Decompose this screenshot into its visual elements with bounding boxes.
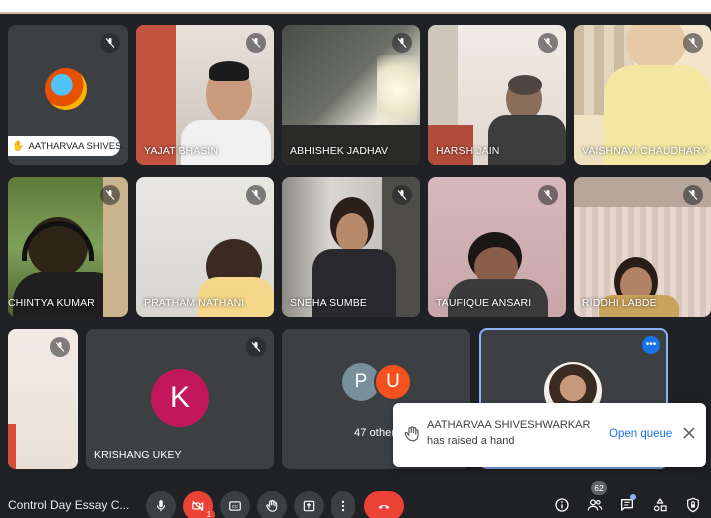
hand-icon [403, 425, 421, 443]
mic-off-icon [50, 337, 70, 357]
raised-hand-notification: AATHARVAA SHIVESHWARKAR has raised a han… [393, 403, 706, 467]
tile-name: ABHISHEK JADHAV [290, 145, 389, 157]
mic-icon [156, 500, 166, 512]
info-icon [555, 498, 569, 512]
close-icon[interactable] [681, 425, 697, 441]
mic-off-icon [246, 185, 266, 205]
more-options-icon[interactable]: ••• [642, 336, 660, 354]
hand-icon [266, 499, 278, 512]
more-vert-icon [341, 500, 345, 512]
tile-name: TAUFIQUE ANSARI [436, 297, 532, 309]
tile-name: HARSH JAIN [436, 145, 500, 157]
tile-name: YAJAT BHASIN [144, 145, 219, 157]
tile-name: RIDDHI LABDE [582, 297, 657, 309]
tile-chintya[interactable]: CHINTYA KUMAR [8, 177, 128, 317]
tile-name: VAISHNAVI CHAUDHARY [582, 145, 708, 157]
tile-harsh[interactable]: HARSH JAIN [428, 25, 566, 165]
activities-button[interactable] [649, 494, 671, 516]
mic-off-icon [246, 337, 266, 357]
mic-off-icon [246, 33, 266, 53]
people-icon [587, 499, 603, 511]
tile-name: SNEHA SUMBE [290, 297, 367, 309]
activities-icon [653, 498, 667, 512]
meeting-stage: ✋ AATHARVAA SHIVES... YAJAT BHASIN ABHIS… [0, 0, 711, 518]
tile-name: AATHARVAA SHIVES... [28, 140, 128, 152]
tile-krishang[interactable]: K KRISHANG UKEY [86, 329, 274, 469]
mic-off-icon [100, 185, 120, 205]
tile-yajat[interactable]: YAJAT BHASIN [136, 25, 274, 165]
chat-dot [630, 494, 636, 500]
avatar: K [151, 369, 209, 427]
info-button[interactable] [551, 494, 573, 516]
mic-off-icon [392, 185, 412, 205]
mic-off-icon [683, 185, 703, 205]
notification-badge: 1 [203, 509, 215, 518]
name-chip: ✋ AATHARVAA SHIVES... [8, 136, 128, 156]
host-controls-icon [687, 497, 699, 513]
host-controls-button[interactable] [682, 494, 704, 516]
meeting-title: Control Day Essay C... [8, 498, 130, 512]
tile-name: KRISHANG UKEY [94, 449, 182, 461]
tile-vaishnavi[interactable]: VAISHNAVI CHAUDHARY [574, 25, 711, 165]
mic-off-icon [683, 33, 703, 53]
mic-button[interactable] [146, 491, 176, 518]
tile-aatharvaa[interactable]: ✋ AATHARVAA SHIVES... [8, 25, 128, 165]
tile-partial[interactable] [8, 329, 78, 469]
tile-name: PRATHAM NATHANI [144, 297, 245, 309]
open-queue-button[interactable]: Open queue [609, 428, 672, 440]
end-call-button[interactable] [364, 491, 404, 518]
avatar-u: U [374, 363, 412, 401]
call-end-icon [378, 504, 390, 509]
mic-off-icon [392, 33, 412, 53]
tile-sneha[interactable]: SNEHA SUMBE [282, 177, 420, 317]
tile-taufique[interactable]: TAUFIQUE ANSARI [428, 177, 566, 317]
tile-abhishek[interactable]: ABHISHEK JADHAV [282, 25, 420, 165]
captions-icon: CC [229, 501, 241, 511]
tile-pratham[interactable]: PRATHAM NATHANI [136, 177, 274, 317]
more-options-button[interactable] [331, 491, 355, 518]
mic-off-icon [538, 185, 558, 205]
mic-off-icon [538, 33, 558, 53]
hand-raised-icon: ✋ [12, 140, 25, 152]
tile-name: CHINTYA KUMAR [8, 297, 95, 309]
present-icon [303, 500, 315, 512]
captions-button[interactable]: CC [220, 491, 250, 518]
mic-off-icon [100, 33, 120, 53]
participants-count-badge: 62 [591, 481, 607, 495]
svg-text:CC: CC [232, 504, 238, 509]
people-button[interactable] [584, 494, 606, 516]
notification-text: AATHARVAA SHIVESHWARKAR has raised a han… [427, 419, 591, 447]
raise-hand-button[interactable] [257, 491, 287, 518]
present-button[interactable] [294, 491, 324, 518]
top-strip [0, 0, 711, 14]
tile-riddhi[interactable]: RIDDHI LABDE [574, 177, 711, 317]
avatar-image [45, 68, 87, 110]
